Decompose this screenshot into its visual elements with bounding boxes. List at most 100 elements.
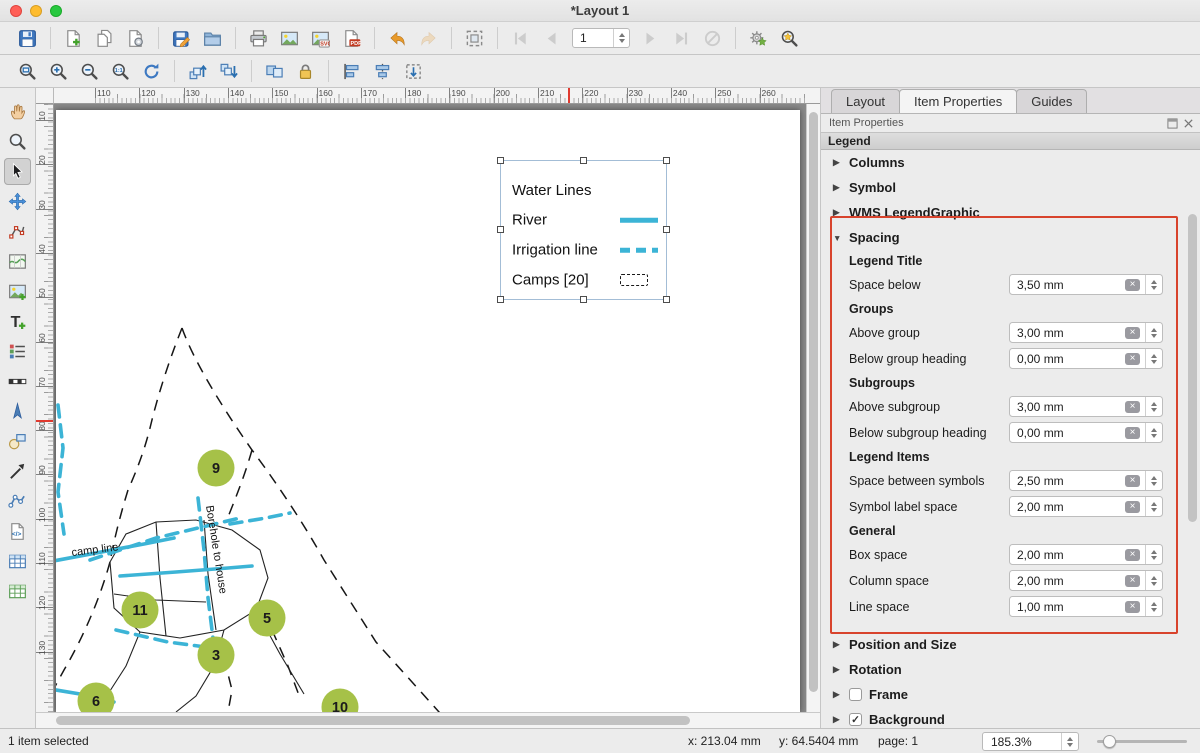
spinbox[interactable]: 3,00 mm× — [1009, 322, 1163, 343]
float-panel-icon[interactable] — [1167, 118, 1178, 129]
new-layout-button[interactable] — [60, 25, 87, 52]
section-frame[interactable]: ▶Frame — [821, 682, 1200, 707]
add-fixed-table-tool[interactable] — [4, 578, 31, 605]
stepper-icon[interactable] — [1145, 471, 1162, 490]
section-wms-legendgraphic[interactable]: ▶WMS LegendGraphic — [821, 200, 1200, 225]
section-position-and-size[interactable]: ▶Position and Size — [821, 632, 1200, 657]
clear-field-icon[interactable]: × — [1125, 475, 1140, 487]
group-items-button[interactable] — [261, 58, 288, 85]
selection-handle[interactable] — [580, 157, 587, 164]
close-panel-icon[interactable] — [1183, 118, 1194, 129]
zoom-slider-handle[interactable] — [1103, 735, 1116, 748]
canvas-vertical-scrollbar[interactable] — [806, 104, 820, 712]
map-item[interactable]: 91153610 camp line Borehole to house — [56, 110, 800, 712]
spinbox[interactable]: 2,00 mm× — [1009, 570, 1163, 591]
add-arrow-tool[interactable] — [4, 458, 31, 485]
clear-field-icon[interactable]: × — [1125, 401, 1140, 413]
zoom-slider[interactable] — [1097, 729, 1187, 753]
spinbox[interactable]: 3,00 mm× — [1009, 396, 1163, 417]
legend-item[interactable]: Water Lines RiverIrrigation lineCamps [2… — [500, 160, 667, 300]
combo-arrows-icon[interactable] — [1061, 733, 1078, 750]
zoom-to-layout-button[interactable] — [776, 25, 803, 52]
clear-field-icon[interactable]: × — [1125, 549, 1140, 561]
selection-handle[interactable] — [497, 157, 504, 164]
scrollbar-thumb[interactable] — [809, 112, 818, 692]
atlas-first-button[interactable] — [507, 25, 534, 52]
stepper-icon[interactable] — [1145, 423, 1162, 442]
section-spacing[interactable]: ▼ Spacing — [821, 225, 1200, 250]
add-html-tool[interactable]: </> — [4, 518, 31, 545]
stepper-icon[interactable] — [1145, 323, 1162, 342]
resize-items-button[interactable] — [400, 58, 427, 85]
stepper-icon[interactable] — [1145, 545, 1162, 564]
clear-field-icon[interactable]: × — [1125, 327, 1140, 339]
add-shape-tool[interactable] — [4, 428, 31, 455]
atlas-last-button[interactable] — [668, 25, 695, 52]
scrollbar-thumb[interactable] — [56, 716, 690, 725]
edit-nodes-tool[interactable] — [4, 218, 31, 245]
clear-field-icon[interactable]: × — [1125, 601, 1140, 613]
stepper-icon[interactable] — [1145, 497, 1162, 516]
export-pdf-button[interactable]: PDF — [338, 25, 365, 52]
tab-item-properties[interactable]: Item Properties — [899, 89, 1017, 113]
export-svg-button[interactable]: SVG — [307, 25, 334, 52]
add-attribute-table-tool[interactable] — [4, 548, 31, 575]
save-as-template-button[interactable] — [168, 25, 195, 52]
spinbox[interactable]: 2,00 mm× — [1009, 496, 1163, 517]
spinbox[interactable]: 2,00 mm× — [1009, 544, 1163, 565]
refresh-view-button[interactable] — [138, 58, 165, 85]
zoom-in-button[interactable] — [45, 58, 72, 85]
clear-field-icon[interactable]: × — [1125, 279, 1140, 291]
section-symbol[interactable]: ▶Symbol — [821, 175, 1200, 200]
tab-guides[interactable]: Guides — [1016, 89, 1087, 113]
pan-tool[interactable] — [4, 98, 31, 125]
atlas-preview-button[interactable] — [461, 25, 488, 52]
print-button[interactable] — [245, 25, 272, 52]
duplicate-layout-button[interactable] — [91, 25, 118, 52]
minimize-window-button[interactable] — [30, 5, 42, 17]
atlas-next-button[interactable] — [637, 25, 664, 52]
clear-field-icon[interactable]: × — [1125, 575, 1140, 587]
stepper-icon[interactable] — [1145, 397, 1162, 416]
background-checkbox[interactable]: ✓ — [849, 713, 862, 726]
section-background[interactable]: ▶✓Background — [821, 707, 1200, 728]
raise-items-button[interactable] — [184, 58, 211, 85]
atlas-settings-button[interactable] — [745, 25, 772, 52]
stepper-icon[interactable] — [1145, 571, 1162, 590]
save-project-button[interactable] — [14, 25, 41, 52]
selection-handle[interactable] — [497, 296, 504, 303]
align-center-items-button[interactable] — [369, 58, 396, 85]
zoom-tool[interactable] — [4, 128, 31, 155]
lock-items-button[interactable] — [292, 58, 319, 85]
add-north-arrow-tool[interactable] — [4, 398, 31, 425]
add-scalebar-tool[interactable] — [4, 368, 31, 395]
select-move-item-tool[interactable] — [4, 158, 31, 185]
stepper-icon[interactable] — [1145, 349, 1162, 368]
selection-handle[interactable] — [663, 157, 670, 164]
selection-handle[interactable] — [580, 296, 587, 303]
canvas-horizontal-scrollbar[interactable] — [54, 712, 806, 728]
spinbox[interactable]: 1,00 mm× — [1009, 596, 1163, 617]
fullscreen-window-button[interactable] — [50, 5, 62, 17]
export-image-button[interactable] — [276, 25, 303, 52]
zoom-out-button[interactable] — [76, 58, 103, 85]
spinbox[interactable]: 3,50 mm× — [1009, 274, 1163, 295]
undo-button[interactable] — [384, 25, 411, 52]
add-picture-tool[interactable] — [4, 278, 31, 305]
add-map-tool[interactable] — [4, 248, 31, 275]
close-window-button[interactable] — [10, 5, 22, 17]
section-columns[interactable]: ▶Columns — [821, 150, 1200, 175]
stepper-icon[interactable] — [1145, 597, 1162, 616]
clear-field-icon[interactable]: × — [1125, 427, 1140, 439]
selection-handle[interactable] — [663, 296, 670, 303]
section-rotation[interactable]: ▶Rotation — [821, 657, 1200, 682]
spinbox[interactable]: 0,00 mm× — [1009, 422, 1163, 443]
stepper-icon[interactable] — [613, 29, 629, 47]
add-node-item-tool[interactable] — [4, 488, 31, 515]
layout-manager-button[interactable] — [122, 25, 149, 52]
atlas-stop-button[interactable] — [699, 25, 726, 52]
layout-viewport[interactable]: 91153610 camp line Borehole to house Wat… — [54, 104, 806, 712]
add-legend-tool[interactable] — [4, 338, 31, 365]
tab-layout[interactable]: Layout — [831, 89, 900, 113]
move-item-content-tool[interactable] — [4, 188, 31, 215]
